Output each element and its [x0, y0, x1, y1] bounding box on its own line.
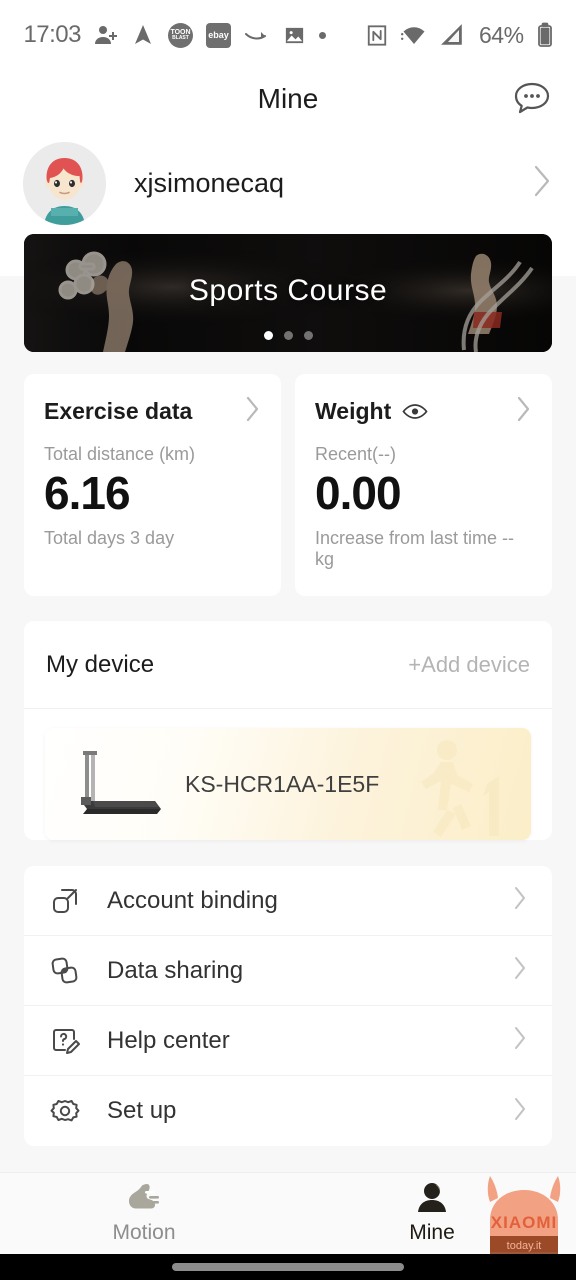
banner-section: Sports Course [0, 234, 576, 352]
card-title: Weight [315, 397, 392, 424]
settings-menu: Account binding Data sharing Help center… [24, 866, 552, 1147]
device-card[interactable]: KS-HCR1AA-1E5F [45, 728, 531, 841]
contact-add-icon [94, 23, 118, 47]
running-shoe-icon [124, 1182, 164, 1219]
tab-label: Mine [409, 1221, 455, 1244]
menu-item-label: Account binding [107, 886, 278, 914]
chevron-right-icon[interactable] [512, 1095, 528, 1128]
dot-icon [319, 31, 326, 39]
treadmill-icon [81, 751, 161, 815]
profile-row[interactable]: xjsimonecaq [0, 132, 576, 234]
title-bar: Mine [0, 66, 576, 132]
gesture-handle[interactable] [172, 1263, 404, 1271]
tab-label: Motion [112, 1221, 176, 1244]
my-device-header: My device +Add device [24, 621, 552, 710]
banner-dot-2[interactable] [283, 331, 293, 340]
add-device-button[interactable]: +Add device [408, 652, 530, 678]
eye-icon[interactable] [402, 403, 428, 420]
card-value: 6.16 [44, 467, 131, 519]
my-device-panel: My device +Add device KS-HCR1AA-1E5F [24, 621, 552, 841]
avatar-illustration [23, 141, 106, 225]
bottom-nav: Motion Mine [0, 1172, 576, 1254]
banner-dot-3[interactable] [303, 331, 313, 340]
status-bar: 17:03 TOON BLAST ebay 64% [0, 0, 576, 66]
chevron-right-icon[interactable] [244, 395, 261, 428]
card-footnote: Total days 3 day [44, 528, 175, 549]
card-header: Weight [315, 395, 532, 427]
battery-icon [537, 22, 553, 48]
chevron-right-icon[interactable] [512, 1024, 528, 1057]
card-title: Exercise data [44, 397, 193, 424]
weight-card[interactable]: Weight Recent(--) 0.00 Increase from las… [295, 374, 552, 597]
link-squares-icon [49, 885, 87, 917]
gesture-bar[interactable] [0, 1254, 576, 1280]
running-person-icon [421, 740, 499, 838]
tab-mine[interactable]: Mine [288, 1182, 576, 1245]
profile-username: xjsimonecaq [134, 167, 285, 198]
menu-item-help-center[interactable]: Help center [24, 1006, 552, 1077]
gear-icon [49, 1095, 87, 1127]
navigation-arrow-icon [131, 23, 155, 47]
toon-blast-icon: TOON BLAST [168, 22, 193, 48]
toon-bottom: BLAST [172, 35, 189, 41]
menu-item-data-sharing[interactable]: Data sharing [24, 936, 552, 1007]
chevron-right-icon[interactable] [512, 884, 528, 917]
banner-pagination[interactable] [24, 331, 552, 340]
banner-dot-1[interactable] [263, 331, 273, 340]
my-device-title: My device [46, 650, 155, 678]
card-subtitle: Total distance (km) [44, 444, 196, 464]
ebay-icon: ebay [206, 22, 231, 48]
menu-item-label: Help center [107, 1026, 230, 1054]
tab-motion[interactable]: Motion [0, 1182, 288, 1245]
menu-item-account-binding[interactable]: Account binding [24, 866, 552, 937]
chevron-right-icon[interactable] [512, 954, 528, 987]
menu-item-label: Set up [107, 1097, 177, 1125]
chat-bubble-icon[interactable] [509, 76, 555, 122]
signal-icon [440, 24, 464, 46]
chevron-right-icon[interactable] [515, 395, 532, 428]
card-subtitle: Recent(--) [315, 444, 397, 464]
data-share-icon [49, 955, 87, 987]
exercise-data-card[interactable]: Exercise data Total distance (km) 6.16 T… [24, 374, 281, 597]
app-root: 17:03 TOON BLAST ebay 64% Mine xjsimonec… [0, 0, 576, 1280]
card-footnote: Increase from last time --kg [315, 528, 515, 570]
device-name: KS-HCR1AA-1E5F [185, 770, 380, 797]
card-value: 0.00 [315, 467, 402, 519]
nfc-icon [366, 24, 388, 47]
card-header: Exercise data [44, 395, 261, 427]
page-title: Mine [257, 83, 319, 114]
banner-title: Sports Course [188, 273, 388, 307]
menu-item-set-up[interactable]: Set up [24, 1076, 552, 1146]
photo-icon [283, 24, 306, 47]
avatar[interactable] [23, 141, 106, 225]
amazon-icon [244, 25, 270, 45]
ebay-label: ebay [208, 30, 229, 40]
wifi-icon [401, 24, 427, 46]
stats-row: Exercise data Total distance (km) 6.16 T… [0, 352, 576, 597]
battery-percent: 64% [479, 21, 524, 48]
status-time: 17:03 [23, 21, 81, 48]
sports-course-banner[interactable]: Sports Course [24, 234, 552, 352]
help-edit-icon [49, 1025, 87, 1057]
menu-item-label: Data sharing [107, 956, 244, 984]
person-icon [413, 1182, 451, 1219]
chevron-right-icon[interactable] [532, 164, 552, 203]
